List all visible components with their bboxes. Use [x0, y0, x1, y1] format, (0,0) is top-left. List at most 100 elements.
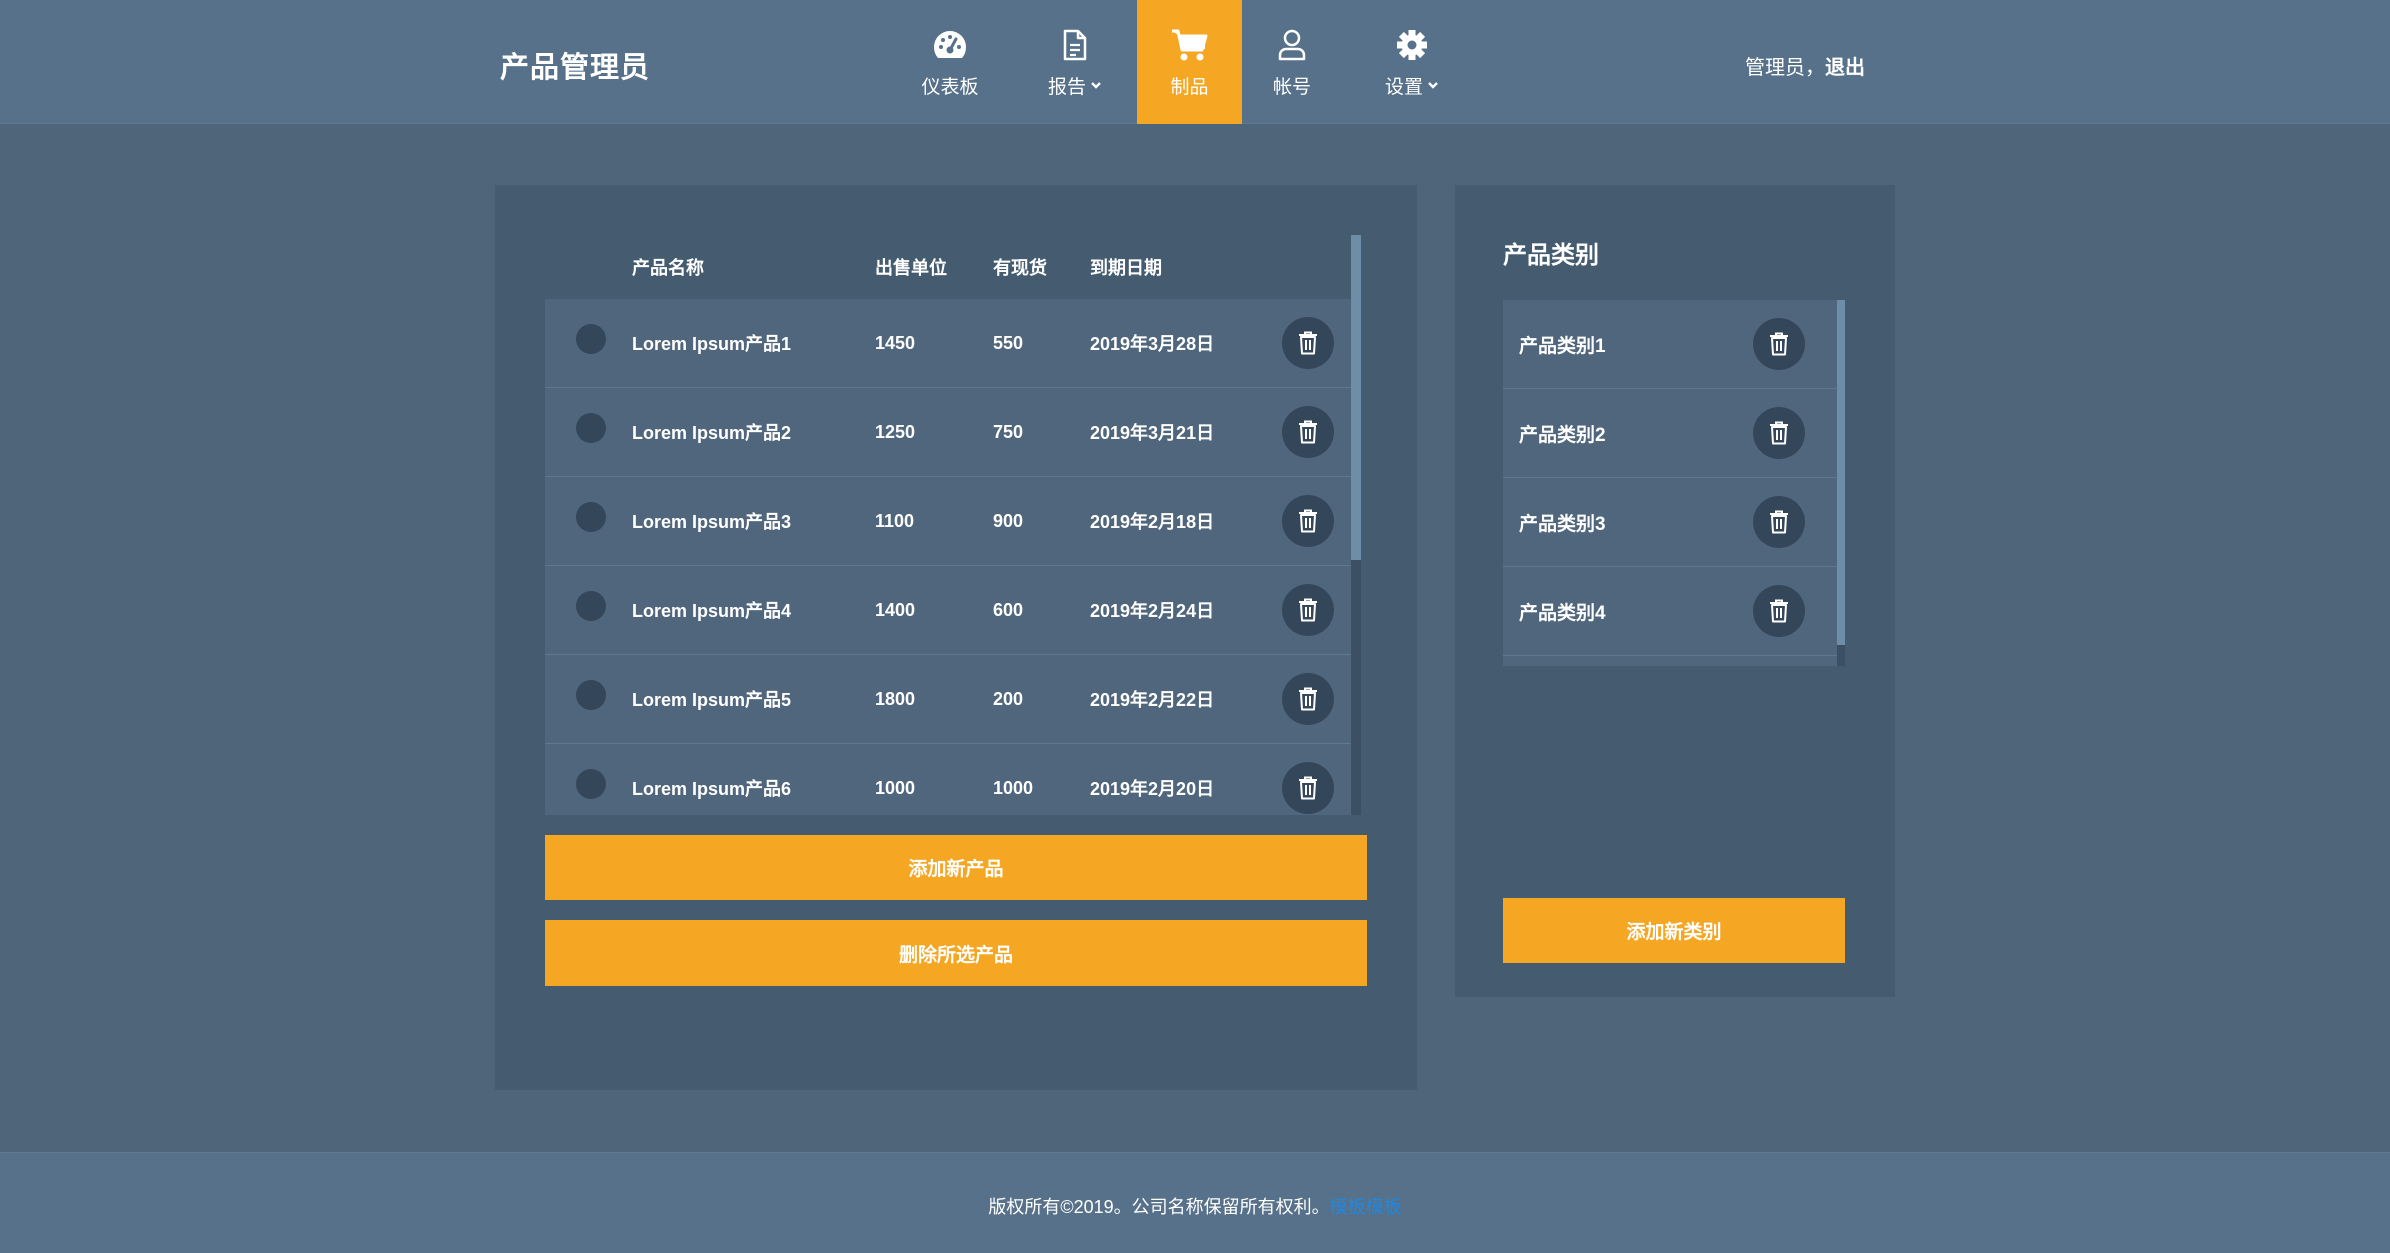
- table-header: 产品名称 出售单位 有现货 到期日期: [545, 235, 1361, 299]
- delete-row-button[interactable]: [1282, 317, 1334, 369]
- products-scrollbar[interactable]: [1351, 235, 1361, 815]
- footer-link[interactable]: 模板模板: [1330, 1197, 1402, 1217]
- footer-copyright: 版权所有©2019。公司名称保留所有权利。模板模板: [0, 1193, 2390, 1219]
- table-body: Lorem Ipsum产品1 1450 550 2019年3月28日 Lorem Ips…: [545, 299, 1361, 815]
- product-name: Lorem Ipsum产品2: [632, 423, 792, 443]
- delete-category-button[interactable]: [1753, 318, 1805, 370]
- in-stock: 750: [993, 421, 1024, 442]
- delete-category-button[interactable]: [1753, 585, 1805, 637]
- units-sold: 1250: [875, 421, 916, 442]
- trash-icon: [1769, 599, 1789, 623]
- user-name: 管理员，: [1745, 57, 1825, 79]
- brand-title: 产品管理员: [500, 52, 651, 84]
- logout-link[interactable]: 退出: [1825, 57, 1865, 79]
- add-product-button[interactable]: 添加新产品: [545, 835, 1367, 900]
- chevron-down-icon: [1091, 82, 1101, 89]
- expiry-date: 2019年2月20日: [1090, 779, 1215, 799]
- nav-settings[interactable]: 设置: [1357, 0, 1467, 124]
- trash-icon: [1298, 420, 1318, 444]
- delete-category-button[interactable]: [1753, 407, 1805, 459]
- delete-selected-button[interactable]: 删除所选产品: [545, 920, 1367, 986]
- categories-title: 产品类别: [1503, 242, 1599, 269]
- row-select-radio[interactable]: [575, 502, 606, 532]
- product-name: Lorem Ipsum产品4: [632, 601, 792, 621]
- expiry-date: 2019年2月24日: [1090, 601, 1215, 621]
- table-row[interactable]: Lorem Ipsum产品3 1100 900 2019年2月18日: [545, 477, 1361, 566]
- table-row[interactable]: Lorem Ipsum产品6 1000 1000 2019年2月20日: [545, 744, 1361, 815]
- category-name: 产品类别1: [1519, 335, 1606, 357]
- row-select-radio[interactable]: [575, 591, 606, 621]
- in-stock: 600: [993, 599, 1024, 620]
- row-select-radio[interactable]: [575, 324, 606, 354]
- nav-label: 设置: [1384, 76, 1423, 98]
- table-row[interactable]: Lorem Ipsum产品4 1400 600 2019年2月24日: [545, 566, 1361, 655]
- products-panel: 产品名称 出售单位 有现货 到期日期 Lorem Ipsum产品1 1450 550…: [495, 185, 1417, 1090]
- trash-icon: [1298, 598, 1318, 622]
- column-header: 到期日期: [1090, 258, 1162, 278]
- list-item[interactable]: 产品类别3: [1503, 478, 1845, 567]
- row-select-radio[interactable]: [575, 769, 606, 799]
- nav-account[interactable]: 帐号: [1242, 0, 1342, 124]
- in-stock: 550: [993, 332, 1024, 353]
- delete-row-button[interactable]: [1282, 584, 1334, 636]
- categories-scrollbar[interactable]: [1837, 300, 1845, 666]
- expiry-date: 2019年2月22日: [1090, 690, 1215, 710]
- delete-row-button[interactable]: [1282, 406, 1334, 458]
- table-row[interactable]: Lorem Ipsum产品5 1800 200 2019年2月22日: [545, 655, 1361, 744]
- list-item[interactable]: 产品类别4: [1503, 567, 1845, 656]
- nav-reports[interactable]: 报告: [1025, 0, 1125, 124]
- list-item[interactable]: 产品类别2: [1503, 389, 1845, 478]
- chevron-down-icon: [1428, 82, 1438, 89]
- list-item[interactable]: 产品类别5: [1503, 656, 1845, 666]
- main-nav: 仪表板 报告 制品 帐号 设置: [900, 0, 1467, 124]
- delete-row-button[interactable]: [1282, 495, 1334, 547]
- scrollbar-thumb[interactable]: [1837, 300, 1845, 645]
- gear-icon: [1393, 26, 1431, 64]
- product-name: Lorem Ipsum产品5: [632, 690, 792, 710]
- user-icon: [1273, 26, 1311, 64]
- delete-category-button[interactable]: [1753, 496, 1805, 548]
- nav-label: 帐号: [1272, 76, 1311, 98]
- nav-label: 仪表板: [921, 76, 979, 98]
- trash-icon: [1769, 510, 1789, 534]
- column-header: 产品名称: [632, 258, 704, 278]
- add-category-button[interactable]: 添加新类别: [1503, 898, 1845, 963]
- cart-icon: [1171, 26, 1209, 64]
- footer: 版权所有©2019。公司名称保留所有权利。模板模板: [0, 1152, 2390, 1253]
- in-stock: 900: [993, 510, 1024, 531]
- expiry-date: 2019年3月21日: [1090, 423, 1215, 443]
- dashboard-icon: [931, 26, 969, 64]
- document-icon: [1056, 26, 1094, 64]
- expiry-date: 2019年2月18日: [1090, 512, 1215, 532]
- in-stock: 200: [993, 688, 1024, 709]
- units-sold: 1100: [875, 510, 915, 531]
- units-sold: 1450: [875, 332, 916, 353]
- category-name: 产品类别2: [1519, 424, 1606, 446]
- copyright-text: 版权所有©2019。公司名称保留所有权利。: [988, 1197, 1330, 1217]
- list-item[interactable]: 产品类别1: [1503, 300, 1845, 389]
- units-sold: 1800: [875, 688, 916, 709]
- products-table: 产品名称 出售单位 有现货 到期日期 Lorem Ipsum产品1 1450 550…: [545, 235, 1361, 815]
- trash-icon: [1769, 421, 1789, 445]
- column-header: 出售单位: [875, 258, 947, 278]
- category-name: 产品类别4: [1519, 602, 1606, 624]
- nav-dashboard[interactable]: 仪表板: [900, 0, 1000, 124]
- delete-row-button[interactable]: [1282, 762, 1334, 814]
- delete-row-button[interactable]: [1282, 673, 1334, 725]
- table-row[interactable]: Lorem Ipsum产品1 1450 550 2019年3月28日: [545, 299, 1361, 388]
- nav-products[interactable]: 制品: [1137, 0, 1242, 124]
- nav-label: 报告: [1047, 76, 1086, 98]
- scrollbar-thumb[interactable]: [1351, 235, 1361, 560]
- units-sold: 1000: [875, 777, 916, 798]
- column-header: 有现货: [993, 258, 1047, 278]
- categories-panel: 产品类别 产品类别1产品类别2产品类别3产品类别4产品类别5产品类别6产品类别7…: [1455, 185, 1895, 997]
- categories-list: 产品类别1产品类别2产品类别3产品类别4产品类别5产品类别6产品类别7: [1503, 300, 1845, 666]
- trash-icon: [1298, 776, 1318, 800]
- product-name: Lorem Ipsum产品6: [632, 779, 792, 799]
- top-header: 产品管理员 仪表板 报告 制品 帐号 设置 管理员，退出: [0, 0, 2390, 124]
- table-row[interactable]: Lorem Ipsum产品2 1250 750 2019年3月21日: [545, 388, 1361, 477]
- row-select-radio[interactable]: [575, 680, 606, 710]
- trash-icon: [1298, 687, 1318, 711]
- user-area: 管理员，退出: [1745, 51, 1865, 80]
- row-select-radio[interactable]: [575, 413, 606, 443]
